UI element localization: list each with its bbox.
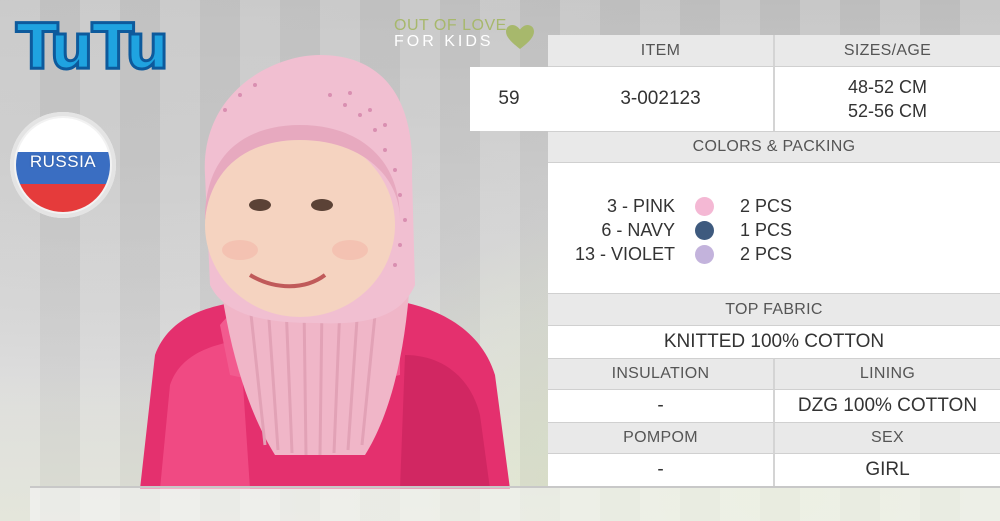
size-1: 48-52 CM bbox=[847, 77, 928, 97]
color-label: 13 - VIOLET bbox=[574, 243, 675, 264]
insulation-header: INSULATION bbox=[548, 358, 773, 390]
sizes-header: SIZES/AGE bbox=[773, 35, 1000, 67]
color-row: 3 - PINK 2 PCS bbox=[548, 194, 1000, 218]
pompom-value: - bbox=[548, 454, 773, 486]
sizes-value: 48-52 CM 52-56 CM bbox=[773, 67, 1000, 131]
color-row: 6 - NAVY 1 PCS bbox=[548, 218, 1000, 242]
lining-value: DZG 100% COTTON bbox=[773, 390, 1000, 422]
product-card: TuTu OUT OF LOVE FOR KIDS RUSSIA ITEM SI… bbox=[0, 0, 1000, 521]
color-row: 13 - VIOLET 2 PCS bbox=[548, 242, 1000, 266]
colors-header: COLORS & PACKING bbox=[548, 131, 1000, 163]
item-code: 3-002123 bbox=[548, 67, 773, 131]
product-photo bbox=[140, 55, 510, 489]
pink-swatch-icon bbox=[695, 196, 714, 216]
bottom-strip bbox=[30, 488, 1000, 521]
top-fabric-header: TOP FABRIC bbox=[548, 293, 1000, 326]
color-packing: 2 PCS bbox=[740, 243, 793, 264]
model-number: 59 bbox=[470, 67, 548, 131]
insulation-value: - bbox=[548, 390, 773, 422]
size-2: 52-56 CM bbox=[847, 101, 928, 121]
spec-table: ITEM SIZES/AGE 59 3-002123 48-52 CM 52-5… bbox=[470, 35, 1000, 487]
sex-value: GIRL bbox=[773, 454, 1000, 486]
sex-header: SEX bbox=[773, 422, 1000, 454]
item-header: ITEM bbox=[548, 35, 773, 67]
color-packing: 2 PCS bbox=[740, 195, 793, 216]
color-label: 6 - NAVY bbox=[601, 219, 675, 240]
colors-list: 3 - PINK 2 PCS 6 - NAVY 1 PCS 13 - VIOLE… bbox=[548, 163, 1000, 293]
navy-swatch-icon bbox=[695, 220, 714, 240]
color-packing: 1 PCS bbox=[740, 219, 793, 240]
top-fabric-value: KNITTED 100% COTTON bbox=[548, 326, 1000, 358]
color-label: 3 - PINK bbox=[606, 195, 675, 216]
pompom-header: POMPOM bbox=[548, 422, 773, 454]
lining-header: LINING bbox=[773, 358, 1000, 390]
violet-swatch-icon bbox=[695, 244, 714, 264]
